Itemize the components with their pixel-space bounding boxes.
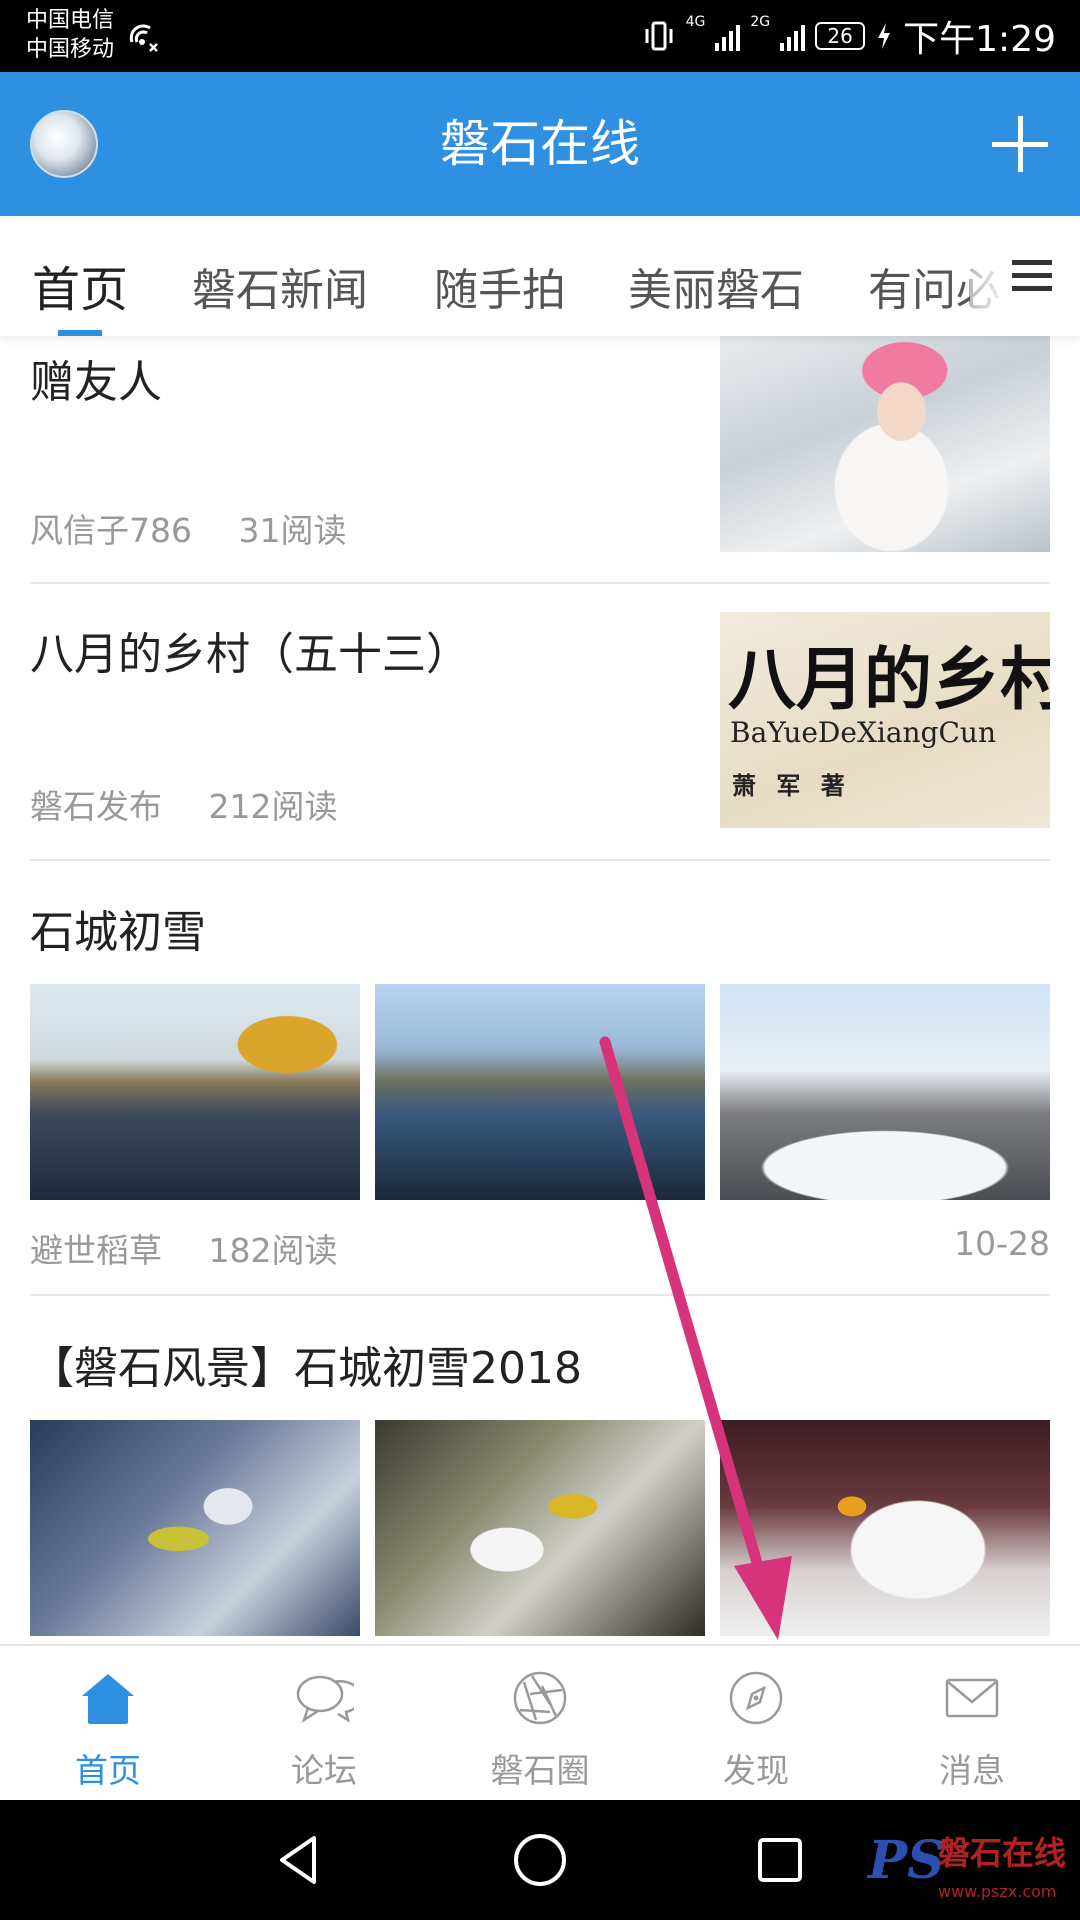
article-reads: 31阅读 [238, 511, 347, 550]
nav-label: 发现 [723, 1751, 789, 1790]
article-title: 八月的乡村（五十三） [30, 629, 470, 680]
hotspot-icon [129, 24, 158, 52]
app-title: 磐石在线 [440, 115, 640, 173]
article-photo [30, 984, 360, 1200]
article-date: 10-28 [954, 1224, 1050, 1263]
article-title: 【磐石风景】石城初雪2018 [30, 1343, 582, 1394]
network-label-2: 2G [750, 14, 771, 30]
nav-messages[interactable]: 消息 [864, 1646, 1080, 1802]
divider [30, 859, 1050, 861]
nav-label: 首页 [75, 1751, 141, 1790]
thumbnail-title-text: 八月的乡村 [728, 640, 1050, 720]
home-button-icon[interactable] [510, 1830, 570, 1890]
bottom-navigation: 首页 论坛 磐石圈 发现 消息 [0, 1644, 1080, 1800]
article-thumbnail [720, 336, 1050, 552]
nav-circle[interactable]: 磐石圈 [432, 1646, 648, 1802]
watermark-name: 磐石在线 [938, 1834, 1067, 1872]
compass-icon [729, 1671, 783, 1725]
watermark-url: www.pszx.com [938, 1882, 1057, 1901]
status-bar: 中国电信 中国移动 4G 2G 26 下午1:29 [0, 0, 1080, 72]
tab-news[interactable]: 磐石新闻 [192, 254, 368, 318]
article-thumbnail: 八月的乡村 BaYueDeXiangCun 萧 军 著 [720, 612, 1050, 828]
watermark: PS 磐石在线 www.pszx.com [868, 1824, 1068, 1912]
tab-home[interactable]: 首页 [32, 250, 128, 320]
back-icon[interactable] [270, 1830, 330, 1890]
article-meta: 风信子786 31阅读 [30, 504, 347, 552]
aperture-icon [513, 1671, 567, 1725]
recents-icon[interactable] [750, 1830, 810, 1890]
article-title: 石城初雪 [30, 907, 206, 958]
battery-icon: 26 [815, 22, 866, 50]
nav-label: 消息 [939, 1751, 1005, 1790]
thumbnail-pinyin-text: BaYueDeXiangCun [730, 716, 996, 749]
tab-beautiful-panshi[interactable]: 美丽磐石 [628, 254, 804, 318]
article-author: 避世稻草 [30, 1231, 162, 1270]
thumbnail-author-text: 萧 军 著 [732, 772, 851, 800]
nav-home[interactable]: 首页 [0, 1646, 216, 1802]
signal-2-icon [780, 21, 806, 51]
article-reads: 212阅读 [208, 787, 338, 826]
article-title: 赠友人 [30, 357, 162, 408]
article-photo [375, 1420, 705, 1636]
carrier-1: 中国电信 [26, 8, 115, 33]
charging-icon [878, 23, 891, 49]
article-author: 风信子786 [30, 511, 192, 550]
tab-snapshots[interactable]: 随手拍 [434, 254, 566, 318]
nav-discover[interactable]: 发现 [648, 1646, 864, 1802]
category-tabs: 首页 磐石新闻 随手拍 美丽磐石 有问必 [0, 216, 1080, 336]
add-button[interactable] [988, 112, 1052, 176]
system-navigation-bar: PS 磐石在线 www.pszx.com [0, 1800, 1080, 1920]
article-photo [30, 1420, 360, 1636]
carrier-info: 中国电信 中国移动 [26, 6, 114, 64]
home-icon [82, 1674, 134, 1724]
article-photo [720, 1420, 1050, 1636]
chat-icon [296, 1675, 354, 1723]
app-header: 磐石在线 [0, 72, 1080, 216]
active-tab-indicator [58, 330, 102, 336]
clock: 下午1:29 [903, 19, 1056, 60]
network-label-1: 4G [685, 14, 706, 30]
nav-label: 论坛 [291, 1751, 357, 1790]
article-photo [375, 984, 705, 1200]
divider [30, 1294, 1050, 1296]
article-feed: 赠友人 风信子786 31阅读 八月的乡村（五十三） 磐石发布 212阅读 八月… [0, 336, 1080, 1644]
article-meta: 避世稻草 182阅读 [30, 1224, 338, 1272]
mail-icon [945, 1678, 999, 1718]
signal-1-icon [715, 21, 741, 51]
article-meta: 磐石发布 212阅读 [30, 780, 338, 828]
carrier-2: 中国移动 [26, 37, 115, 62]
nav-forum[interactable]: 论坛 [216, 1646, 432, 1802]
divider [30, 582, 1050, 584]
article-reads: 182阅读 [208, 1231, 338, 1270]
vibrate-icon [645, 21, 673, 51]
watermark-logo: PS [868, 1830, 945, 1891]
article-author: 磐石发布 [30, 787, 162, 826]
article-photo [720, 984, 1050, 1200]
menu-icon[interactable] [970, 216, 1080, 336]
nav-label: 磐石圈 [490, 1751, 590, 1790]
